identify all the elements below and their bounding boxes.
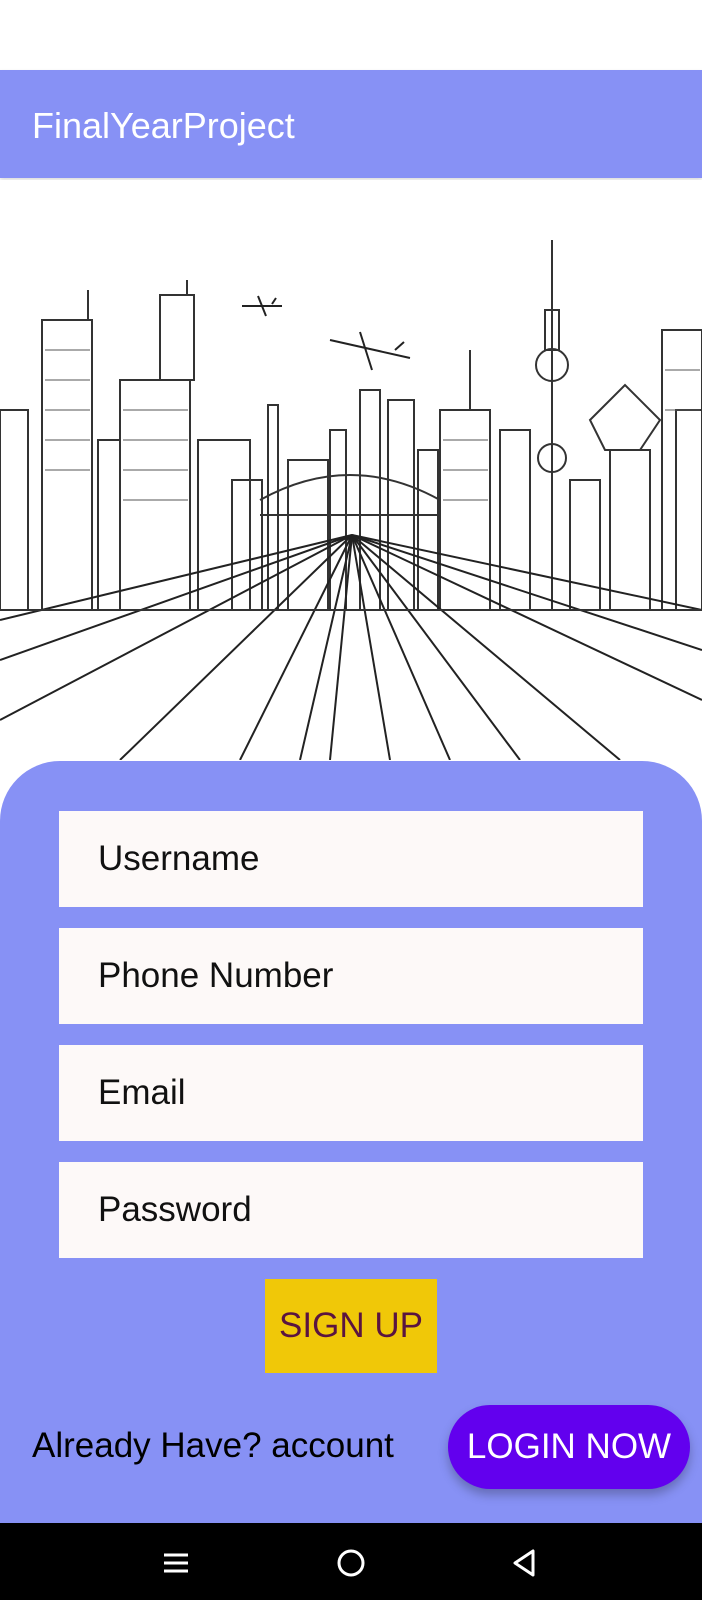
home-icon[interactable]: [329, 1541, 373, 1585]
app-title: FinalYearProject: [32, 105, 295, 146]
email-field[interactable]: [59, 1045, 643, 1141]
already-have-account-text: Already Have? account: [32, 1426, 394, 1465]
username-field[interactable]: [59, 811, 643, 907]
system-navigation-bar: [0, 1523, 702, 1600]
signup-form-panel: SIGN UP Already Have? account LOGIN NOW: [0, 761, 702, 1523]
skyline-drawing: [0, 240, 702, 760]
password-field[interactable]: [59, 1162, 643, 1258]
app-bar: FinalYearProject: [0, 70, 702, 178]
sign-up-button[interactable]: SIGN UP: [265, 1279, 437, 1373]
phone-number-field[interactable]: [59, 928, 643, 1024]
recents-icon[interactable]: [154, 1541, 198, 1585]
status-bar: [0, 0, 702, 70]
city-skyline-illustration: [0, 180, 702, 760]
login-now-button[interactable]: LOGIN NOW: [448, 1405, 690, 1489]
back-icon[interactable]: [503, 1541, 547, 1585]
